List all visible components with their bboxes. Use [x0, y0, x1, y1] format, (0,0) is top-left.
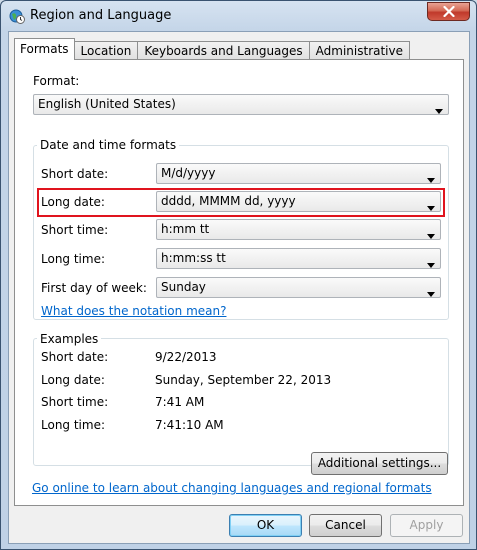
close-icon — [442, 6, 455, 17]
additional-settings-button[interactable]: Additional settings... — [311, 452, 448, 475]
window-title: Region and Language — [30, 8, 172, 23]
chevron-down-icon — [435, 103, 443, 117]
chevron-down-icon — [427, 172, 435, 186]
chevron-down-icon — [427, 200, 435, 214]
example-short-date-label: Short date: — [41, 350, 109, 364]
dialog-client: Formats Location Keyboards and Languages… — [8, 31, 470, 544]
title-bar[interactable]: Region and Language — [1, 1, 476, 31]
example-long-date-value: Sunday, September 22, 2013 — [155, 373, 332, 387]
short-time-select[interactable]: h:mm tt — [156, 219, 441, 240]
formats-panel: Format: English (United States) Date and… — [14, 59, 464, 506]
ok-button[interactable]: OK — [229, 514, 302, 537]
short-time-value: h:mm tt — [161, 222, 210, 236]
first-day-select[interactable]: Sunday — [156, 277, 441, 298]
tab-strip: Formats Location Keyboards and Languages… — [14, 38, 411, 60]
chevron-down-icon — [427, 257, 435, 271]
globe-clock-icon — [9, 8, 25, 24]
long-date-label: Long date: — [41, 195, 105, 209]
example-short-date-value: 9/22/2013 — [155, 350, 217, 364]
chevron-down-icon — [427, 228, 435, 242]
region-language-window: Region and Language Formats Location Key… — [0, 0, 477, 550]
chevron-down-icon — [427, 286, 435, 300]
examples-group-title: Examples — [37, 332, 102, 346]
cancel-button[interactable]: Cancel — [309, 514, 382, 537]
short-date-value: M/d/yyyy — [161, 166, 216, 180]
close-button[interactable] — [427, 2, 470, 21]
long-time-select[interactable]: h:mm:ss tt — [156, 248, 441, 269]
first-day-value: Sunday — [161, 280, 206, 294]
short-date-select[interactable]: M/d/yyyy — [156, 163, 441, 184]
notation-help-link[interactable]: What does the notation mean? — [41, 304, 226, 318]
tab-keyboards-languages[interactable]: Keyboards and Languages — [137, 41, 310, 60]
tab-formats[interactable]: Formats — [14, 38, 75, 60]
tab-administrative[interactable]: Administrative — [308, 41, 411, 60]
example-long-date-label: Long date: — [41, 373, 105, 387]
short-date-label: Short date: — [41, 167, 109, 181]
long-date-value: dddd, MMMM dd, yyyy — [161, 194, 296, 208]
example-long-time-value: 7:41:10 AM — [155, 418, 224, 432]
long-time-label: Long time: — [41, 252, 106, 266]
long-time-value: h:mm:ss tt — [161, 251, 226, 265]
format-label: Format: — [33, 74, 80, 88]
example-short-time-value: 7:41 AM — [155, 395, 205, 409]
first-day-label: First day of week: — [41, 281, 147, 295]
datetime-group-title: Date and time formats — [37, 138, 180, 152]
short-time-label: Short time: — [41, 223, 109, 237]
online-help-link[interactable]: Go online to learn about changing langua… — [32, 481, 432, 495]
example-long-time-label: Long time: — [41, 418, 106, 432]
format-select[interactable]: English (United States) — [33, 94, 449, 115]
tab-location[interactable]: Location — [73, 41, 139, 60]
example-short-time-label: Short time: — [41, 395, 109, 409]
format-value: English (United States) — [38, 97, 176, 111]
long-date-select[interactable]: dddd, MMMM dd, yyyy — [156, 191, 441, 212]
apply-button[interactable]: Apply — [390, 514, 463, 537]
